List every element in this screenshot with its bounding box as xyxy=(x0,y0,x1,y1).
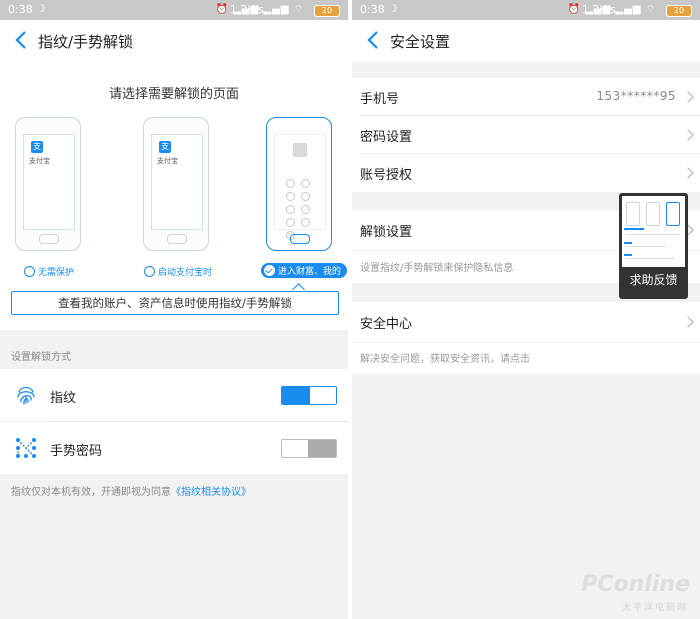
checkmark-icon xyxy=(264,265,275,276)
option-launch[interactable]: 启动支付宝时 xyxy=(144,265,212,278)
phone-screen: 支 支付宝 xyxy=(151,134,203,230)
moon-icon: ☽ xyxy=(36,2,46,15)
fingerprint-row: 指纹 xyxy=(0,369,348,421)
page-title: 指纹/手势解锁 xyxy=(38,33,134,51)
page-title: 安全设置 xyxy=(390,33,451,51)
option-label: 启动支付宝时 xyxy=(158,268,213,278)
status-bar: 0:38 ☽ 1.2K/s ⏰ ▂▄▆ ▂▄▆ ⌔ 20 xyxy=(0,0,348,20)
phone-option-wealth[interactable] xyxy=(266,117,332,251)
fingerprint-icon xyxy=(17,386,35,405)
gesture-row: 手势密码 xyxy=(0,422,348,474)
phone-screen xyxy=(274,134,326,240)
screenshot-thumbnail xyxy=(622,196,685,267)
option-no-protection[interactable]: 无需保护 xyxy=(24,265,74,278)
gesture-toggle[interactable] xyxy=(281,439,337,458)
app-name: 支付宝 xyxy=(29,157,50,165)
alipay-icon: 支 xyxy=(159,141,171,153)
app-name: 支付宝 xyxy=(157,157,178,165)
signal-wifi-icons: ⏰ ▂▄▆ ▂▄▆ ⌔ xyxy=(215,4,304,15)
signal-wifi-icons: ⏰ ▂▄▆ ▂▄▆ ⌔ xyxy=(567,4,656,15)
row-label: 解锁设置 xyxy=(360,225,413,240)
phone-screen: 支 支付宝 xyxy=(23,134,75,230)
agreement-prefix: 指纹仅对本机有效，开通即视为同意 xyxy=(11,487,171,498)
battery-icon: 20 xyxy=(314,5,340,17)
feedback-label: 求助反馈 xyxy=(629,273,678,287)
nav-bar: 安全设置 xyxy=(352,20,700,62)
fingerprint-toggle[interactable] xyxy=(281,386,337,405)
divider xyxy=(360,153,700,154)
phone-option-launch[interactable]: 支 支付宝 xyxy=(143,117,209,251)
alipay-icon: 支 xyxy=(31,141,43,153)
home-button-icon xyxy=(290,234,310,244)
agreement-link[interactable]: 《指纹相关协议》 xyxy=(171,487,251,498)
row-label: 安全中心 xyxy=(360,317,413,332)
account-group: 手机号 153******95 密码设置 账号授权 xyxy=(352,78,700,192)
center-desc: 解决安全问题，获取安全资讯，请点击 xyxy=(360,354,530,365)
status-bar: 0:38 ☽ 1.2K/s ⏰ ▂▄▆ ▂▄▆ ⌔ 20 xyxy=(352,0,700,20)
security-center-row[interactable]: 安全中心 xyxy=(352,302,700,342)
chevron-right-icon xyxy=(682,91,694,103)
row-label: 手机号 xyxy=(360,92,400,107)
home-button-icon xyxy=(167,234,187,244)
security-center-desc-row: 解决安全问题，获取安全资讯，请点击 xyxy=(352,343,700,374)
row-label: 账号授权 xyxy=(360,168,413,183)
method-label: 指纹 xyxy=(50,391,77,406)
selector-title: 请选择需要解锁的页面 xyxy=(108,87,239,102)
chevron-right-icon xyxy=(682,316,694,328)
gesture-pattern-icon xyxy=(16,438,36,458)
radio-icon xyxy=(144,266,155,277)
radio-icon xyxy=(24,266,35,277)
row-label: 密码设置 xyxy=(360,130,413,145)
security-settings-screen: 0:38 ☽ 1.2K/s ⏰ ▂▄▆ ▂▄▆ ⌔ 20 安全设置 手机号 15… xyxy=(352,0,700,619)
section-label: 设置解锁方式 xyxy=(11,352,71,363)
watermark-sub: 太平洋电脑网 xyxy=(621,603,688,613)
phone-value: 153******95 xyxy=(596,89,676,103)
option-label: 进入财富、我的 xyxy=(278,267,342,277)
home-button-icon xyxy=(39,234,59,244)
battery-icon: 20 xyxy=(666,5,692,17)
chevron-right-icon xyxy=(682,129,694,141)
page-selector: 请选择需要解锁的页面 支 支付宝 支 支付宝 无需保护 启动支付宝时 进入财富、… xyxy=(0,62,348,330)
unlock-desc: 设置指纹/手势解锁来保护隐私信息 xyxy=(360,263,514,274)
phone-option-no-protection[interactable]: 支 支付宝 xyxy=(15,117,81,251)
status-time: 0:38 xyxy=(360,3,385,16)
nav-bar: 指纹/手势解锁 xyxy=(0,20,348,62)
option-wealth[interactable]: 进入财富、我的 xyxy=(261,263,348,278)
watermark-logo: PConline xyxy=(581,572,690,597)
gesture-dots-icon xyxy=(283,177,323,240)
lock-avatar-icon xyxy=(293,143,307,157)
help-feedback-button[interactable]: 求助反馈 xyxy=(619,193,688,299)
back-arrow-icon[interactable] xyxy=(364,28,384,52)
fingerprint-unlock-screen: 0:38 ☽ 1.2K/s ⏰ ▂▄▆ ▂▄▆ ⌔ 20 指纹/手势解锁 请选择… xyxy=(0,0,348,619)
chevron-right-icon xyxy=(682,167,694,179)
divider xyxy=(360,115,700,116)
option-label: 无需保护 xyxy=(38,268,75,278)
selection-hint: 查看我的账户、资产信息时使用指纹/手势解锁 xyxy=(11,291,339,315)
back-arrow-icon[interactable] xyxy=(12,28,32,52)
agreement-text: 指纹仅对本机有效，开通即视为同意《指纹相关协议》 xyxy=(11,483,251,498)
status-time: 0:38 xyxy=(8,3,33,16)
method-label: 手势密码 xyxy=(50,444,103,459)
moon-icon: ☽ xyxy=(388,2,398,15)
